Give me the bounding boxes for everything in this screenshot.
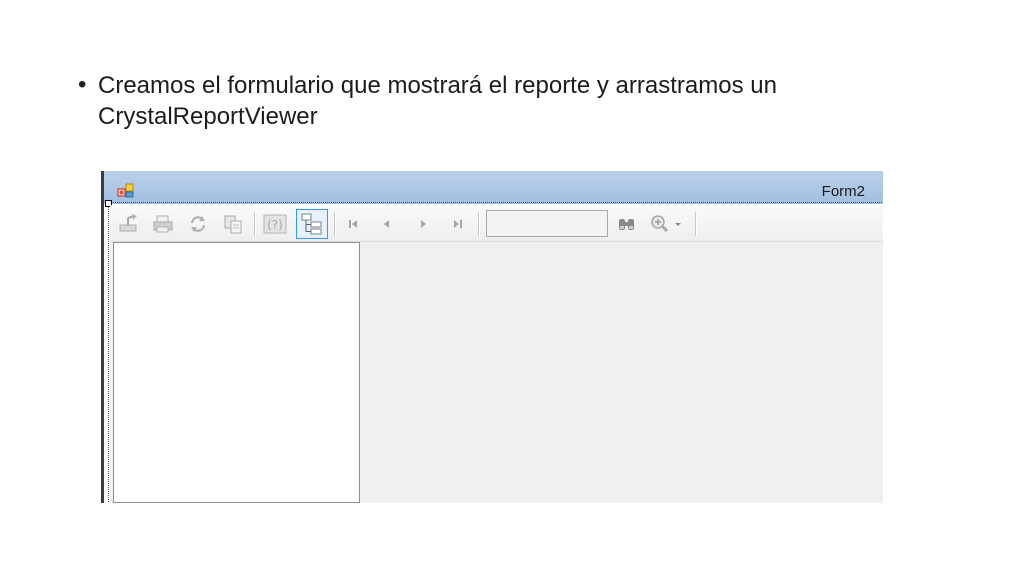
group-tree-icon [301, 213, 322, 235]
last-page-icon [454, 220, 462, 228]
window-left-border [101, 171, 104, 503]
find-icon [619, 219, 634, 230]
help-icon: (?) [263, 214, 287, 234]
toolbar-separator [478, 212, 480, 236]
form2-window: Form2 (?) [101, 171, 883, 503]
print-button[interactable] [150, 212, 176, 236]
form-icon[interactable] [117, 183, 135, 199]
previous-page-button[interactable] [374, 212, 400, 236]
print-icon [153, 215, 173, 233]
refresh-icon [190, 216, 206, 232]
help-button[interactable]: (?) [262, 212, 288, 236]
refresh-button[interactable] [185, 212, 211, 236]
last-page-button[interactable] [445, 212, 471, 236]
toolbar-separator [695, 212, 697, 236]
goto-page-input[interactable] [486, 210, 608, 237]
export-button[interactable] [116, 212, 142, 236]
first-page-button[interactable] [340, 212, 366, 236]
find-button[interactable] [614, 212, 640, 236]
previous-page-icon [384, 220, 389, 228]
toolbar-separator [254, 212, 256, 236]
copy-icon [224, 215, 242, 234]
zoom-icon [651, 215, 681, 233]
toolbar-separator [334, 212, 336, 236]
group-tree-panel[interactable] [113, 242, 360, 503]
window-title: Form2 [821, 183, 865, 200]
svg-text:(?): (?) [267, 218, 283, 232]
bullet-text: Creamos el formulario que mostrará el re… [98, 72, 777, 130]
first-page-icon [349, 220, 357, 228]
zoom-dropdown-button[interactable] [647, 212, 691, 236]
slide-bullet: • Creamos el formulario que mostrará el … [78, 70, 958, 132]
crystal-report-viewer[interactable]: (?) [110, 205, 883, 503]
title-bar[interactable]: Form2 [104, 171, 883, 204]
copy-button[interactable] [220, 212, 246, 236]
bullet-dot-icon: • [78, 71, 87, 98]
export-icon [119, 214, 137, 232]
next-page-button[interactable] [410, 212, 436, 236]
next-page-icon [421, 220, 426, 228]
report-page-area[interactable] [361, 242, 883, 503]
toggle-group-tree-button[interactable] [296, 209, 328, 239]
viewer-toolbar: (?) [110, 205, 883, 242]
